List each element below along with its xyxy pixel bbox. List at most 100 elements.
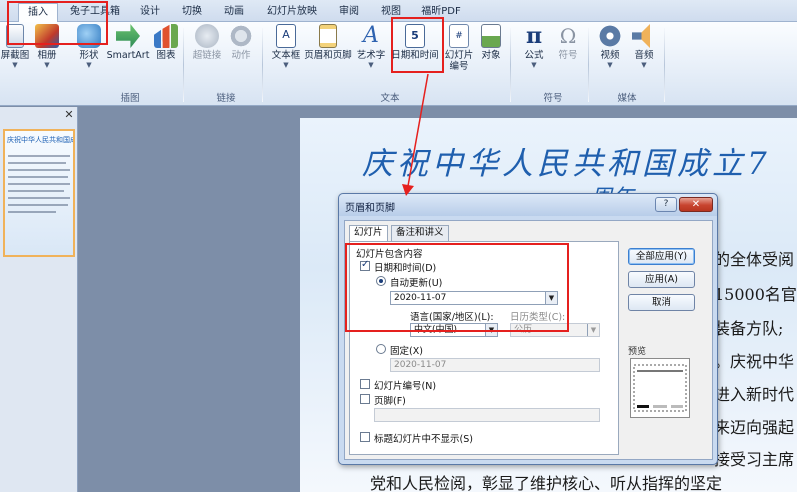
apply-button[interactable]: 应用(A) xyxy=(628,271,695,288)
tab-design[interactable]: 设计 xyxy=(133,3,167,22)
help-button[interactable]: ? xyxy=(655,197,677,212)
thumbnail-text-line xyxy=(8,169,70,171)
slide-number-label-2: 编号 xyxy=(449,61,469,72)
thumbnail-text-line xyxy=(8,190,64,192)
wordart-label: 艺术字 xyxy=(356,50,386,61)
group-separator xyxy=(588,28,589,102)
dialog-titlebar[interactable]: 页眉和页脚 ? ✕ xyxy=(339,194,717,216)
slide-body-line[interactable]: 来迈向强起 xyxy=(714,414,794,438)
slide-thumbnail-pane: ✕ 庆祝中华人民共和国成立70周年 xyxy=(0,107,78,492)
annotation-box-insert-tab xyxy=(7,1,108,45)
screenshot-label: 屏截图 xyxy=(0,50,30,61)
hide-on-title-slide-label: 标题幻灯片中不显示(S) xyxy=(374,434,473,445)
symbol-button[interactable]: Ω 符号 xyxy=(554,24,582,61)
chevron-down-icon: ▼ xyxy=(641,61,647,69)
equation-label: 公式 xyxy=(524,50,544,61)
thumbnail-title: 庆祝中华人民共和国成立70周年 xyxy=(7,136,73,144)
thumbnail-text-line xyxy=(8,183,70,185)
object-label: 对象 xyxy=(481,50,501,61)
header-footer-label: 页眉和页脚 xyxy=(304,50,352,61)
fixed-date-radio[interactable] xyxy=(376,344,386,354)
close-icon[interactable]: ✕ xyxy=(63,109,75,121)
tab-review[interactable]: 审阅 xyxy=(332,3,366,22)
group-label-text: 文本 xyxy=(380,93,400,104)
slide-body-line[interactable]: 接受习主席 xyxy=(714,446,794,470)
action-gear-icon xyxy=(229,24,253,48)
slide-body-line[interactable]: 党和人民检阅，彰显了维护核心、听从指挥的坚定 xyxy=(370,470,722,492)
smartart-label: SmartArt xyxy=(106,50,150,61)
tab-transitions[interactable]: 切换 xyxy=(175,3,209,22)
dialog-close-button[interactable]: ✕ xyxy=(679,197,713,212)
footer-checkbox[interactable] xyxy=(360,394,370,404)
wordart-button[interactable]: A 艺术字 ▼ xyxy=(354,23,388,70)
group-label-symbols: 符号 xyxy=(543,93,563,104)
chevron-down-icon: ▼ xyxy=(44,61,50,69)
hyperlink-button[interactable]: 超链接 xyxy=(192,24,222,61)
audio-label: 音频 xyxy=(634,50,654,61)
header-footer-icon xyxy=(319,24,337,48)
globe-link-icon xyxy=(195,24,219,48)
chevron-down-icon[interactable]: ▼ xyxy=(587,324,599,336)
slide-body-line[interactable]: 装备方队; xyxy=(714,315,783,339)
slide-body-line[interactable]: 进入新时代 xyxy=(714,381,794,405)
slide-number-checkbox-label: 幻灯片编号(N) xyxy=(374,381,437,392)
footer-input[interactable] xyxy=(374,408,600,422)
equation-button[interactable]: π 公式 ▼ xyxy=(520,24,548,69)
textbox-icon: A xyxy=(276,24,296,48)
group-separator xyxy=(183,28,184,102)
action-button[interactable]: 动作 xyxy=(228,24,254,61)
slide-body-line[interactable]: 15000名官 xyxy=(714,281,797,305)
dialog-tab-notes-handouts[interactable]: 备注和讲义 xyxy=(391,225,449,241)
fixed-date-input[interactable]: 2020-11-07 xyxy=(390,358,600,372)
wordart-icon: A xyxy=(363,23,379,48)
slide-number-button[interactable]: # 幻灯片 编号 xyxy=(442,24,476,72)
slide-number-icon: # xyxy=(449,24,469,48)
thumbnail-text-line xyxy=(8,162,66,164)
dialog-tab-slide[interactable]: 幻灯片 xyxy=(349,225,388,242)
chart-icon xyxy=(154,24,178,48)
pi-icon: π xyxy=(525,23,543,49)
chevron-down-icon: ▼ xyxy=(607,61,613,69)
preview-box xyxy=(630,358,690,418)
textbox-button[interactable]: A 文本框 ▼ xyxy=(269,24,303,69)
object-icon xyxy=(481,24,501,48)
cancel-button[interactable]: 取消 xyxy=(628,294,695,311)
annotation-box-datetime-options xyxy=(345,243,569,332)
group-label-images: 插图 xyxy=(120,93,140,104)
chevron-down-icon: ▼ xyxy=(283,61,289,69)
group-separator xyxy=(664,28,665,102)
slide-number-checkbox[interactable] xyxy=(360,379,370,389)
slide-body-line[interactable]: 的全体受阅 xyxy=(714,246,794,270)
group-separator xyxy=(262,28,263,102)
header-footer-button[interactable]: 页眉和页脚 xyxy=(304,24,352,61)
object-button[interactable]: 对象 xyxy=(478,24,504,61)
thumbnail-text-line xyxy=(8,204,68,206)
video-button[interactable]: 视频 ▼ xyxy=(596,24,624,69)
slide-title[interactable]: 庆祝中华人民共和国成立7 xyxy=(362,138,771,183)
chevron-down-icon: ▼ xyxy=(86,61,92,69)
tab-slideshow[interactable]: 幻灯片放映 xyxy=(262,3,322,22)
chart-button[interactable]: 图表 xyxy=(152,24,180,61)
slide-body-line[interactable]: 。庆祝中华 xyxy=(714,348,794,372)
action-label: 动作 xyxy=(231,50,251,61)
video-label: 视频 xyxy=(600,50,620,61)
thumbnail-text-line xyxy=(8,197,70,199)
hide-on-title-slide-checkbox[interactable] xyxy=(360,432,370,442)
group-separator xyxy=(510,28,511,102)
fixed-date-label: 固定(X) xyxy=(390,346,423,357)
annotation-box-date-time xyxy=(391,17,444,73)
smartart-button[interactable]: SmartArt xyxy=(106,24,150,61)
slide-thumbnail[interactable]: 庆祝中华人民共和国成立70周年 xyxy=(3,129,75,257)
thumbnail-text-line xyxy=(8,155,70,157)
chart-label: 图表 xyxy=(156,50,176,61)
apply-to-all-button[interactable]: 全部应用(Y) xyxy=(628,248,695,265)
hyperlink-label: 超链接 xyxy=(192,50,222,61)
footer-checkbox-label: 页脚(F) xyxy=(374,396,406,407)
dialog-title: 页眉和页脚 xyxy=(345,203,395,214)
chevron-down-icon: ▼ xyxy=(531,61,537,69)
group-label-links: 链接 xyxy=(216,93,236,104)
tab-animations[interactable]: 动画 xyxy=(217,3,251,22)
fixed-date-value: 2020-11-07 xyxy=(394,360,447,370)
audio-button[interactable]: 音频 ▼ xyxy=(630,24,658,69)
shapes-label: 形状 xyxy=(79,50,99,61)
